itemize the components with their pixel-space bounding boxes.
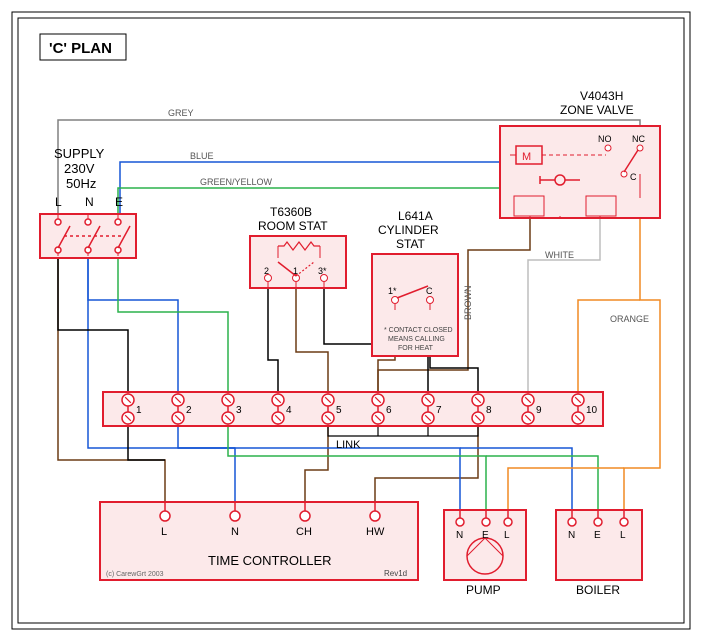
svg-text:L: L xyxy=(161,526,167,538)
svg-text:M: M xyxy=(522,151,531,163)
junction-terminal-3: 3 xyxy=(236,405,242,416)
time-controller-label: TIME CONTROLLER xyxy=(208,553,332,568)
svg-text:NC: NC xyxy=(632,134,645,144)
wire-label-grey: GREY xyxy=(168,108,194,118)
supply-term-l: L xyxy=(55,195,62,209)
zone-valve-model: V4043H xyxy=(580,89,623,103)
svg-text:HW: HW xyxy=(366,526,385,538)
svg-text:MEANS CALLING: MEANS CALLING xyxy=(388,336,445,343)
room-stat-label: ROOM STAT xyxy=(258,219,328,233)
pump: N E L xyxy=(444,510,526,580)
supply-term-e: E xyxy=(115,195,123,209)
junction-terminal-4: 4 xyxy=(286,405,292,416)
supply-frequency: 50Hz xyxy=(66,176,96,191)
svg-text:E: E xyxy=(594,530,601,541)
junction-terminal-6: 6 xyxy=(386,405,392,416)
junction-link-label: LINK xyxy=(336,439,361,451)
svg-text:L: L xyxy=(620,530,626,541)
svg-text:(c) CarewGrt 2003: (c) CarewGrt 2003 xyxy=(106,571,164,578)
svg-text:C: C xyxy=(426,286,433,296)
cyl-stat-model: L641A xyxy=(398,209,433,223)
zone-valve: M NO NC C xyxy=(500,126,660,218)
supply-label: SUPPLY xyxy=(54,146,105,161)
junction-terminal-8: 8 xyxy=(486,405,492,416)
svg-text:L: L xyxy=(504,530,510,541)
svg-text:* CONTACT CLOSED: * CONTACT CLOSED xyxy=(384,327,453,334)
cylinder-stat: 1* C * CONTACT CLOSED MEANS CALLING FOR … xyxy=(372,254,458,356)
svg-text:FOR HEAT: FOR HEAT xyxy=(398,345,434,352)
junction-strip: 1 2 3 4 5 6 7 8 9 10 xyxy=(103,392,603,426)
svg-text:1*: 1* xyxy=(388,286,397,296)
junction-terminal-1: 1 xyxy=(136,405,142,416)
boiler: N E L xyxy=(556,510,642,580)
svg-text:N: N xyxy=(456,530,463,541)
wiring-diagram: 'C' PLAN xyxy=(0,0,702,641)
wire-label-white: WHITE xyxy=(545,250,574,260)
wire-label-blue: BLUE xyxy=(190,151,214,161)
svg-text:CH: CH xyxy=(296,526,312,538)
boiler-label: BOILER xyxy=(576,583,620,597)
svg-text:Rev1d: Rev1d xyxy=(384,569,407,578)
junction-terminal-5: 5 xyxy=(336,405,342,416)
junction-terminal-2: 2 xyxy=(186,405,192,416)
diagram-title: 'C' PLAN xyxy=(49,40,112,57)
time-controller: TIME CONTROLLER L N CH HW (c) CarewGrt 2… xyxy=(100,502,418,580)
cyl-stat-label2: STAT xyxy=(396,237,426,251)
svg-text:E: E xyxy=(482,530,489,541)
zone-valve-label: ZONE VALVE xyxy=(560,103,634,117)
junction-terminal-10: 10 xyxy=(586,405,598,416)
svg-text:1: 1 xyxy=(293,266,298,276)
wire-label-orange: ORANGE xyxy=(610,314,649,324)
svg-text:C: C xyxy=(630,172,637,182)
wire-label-brown: BROWN xyxy=(463,286,473,321)
supply-voltage: 230V xyxy=(64,161,95,176)
supply-term-n: N xyxy=(85,195,94,209)
junction-terminal-9: 9 xyxy=(536,405,542,416)
svg-text:2: 2 xyxy=(264,266,269,276)
svg-text:N: N xyxy=(231,526,239,538)
room-stat: 2 1 3* xyxy=(250,236,346,288)
pump-label: PUMP xyxy=(466,583,501,597)
svg-text:N: N xyxy=(568,530,575,541)
wire-label-green-yellow: GREEN/YELLOW xyxy=(200,177,273,187)
junction-terminal-7: 7 xyxy=(436,405,442,416)
svg-text:NO: NO xyxy=(598,134,612,144)
room-stat-model: T6360B xyxy=(270,205,312,219)
svg-text:3*: 3* xyxy=(318,266,327,276)
cyl-stat-label1: CYLINDER xyxy=(378,223,439,237)
supply-switch xyxy=(40,214,136,258)
wire-supply-l-tc-l xyxy=(58,256,165,503)
